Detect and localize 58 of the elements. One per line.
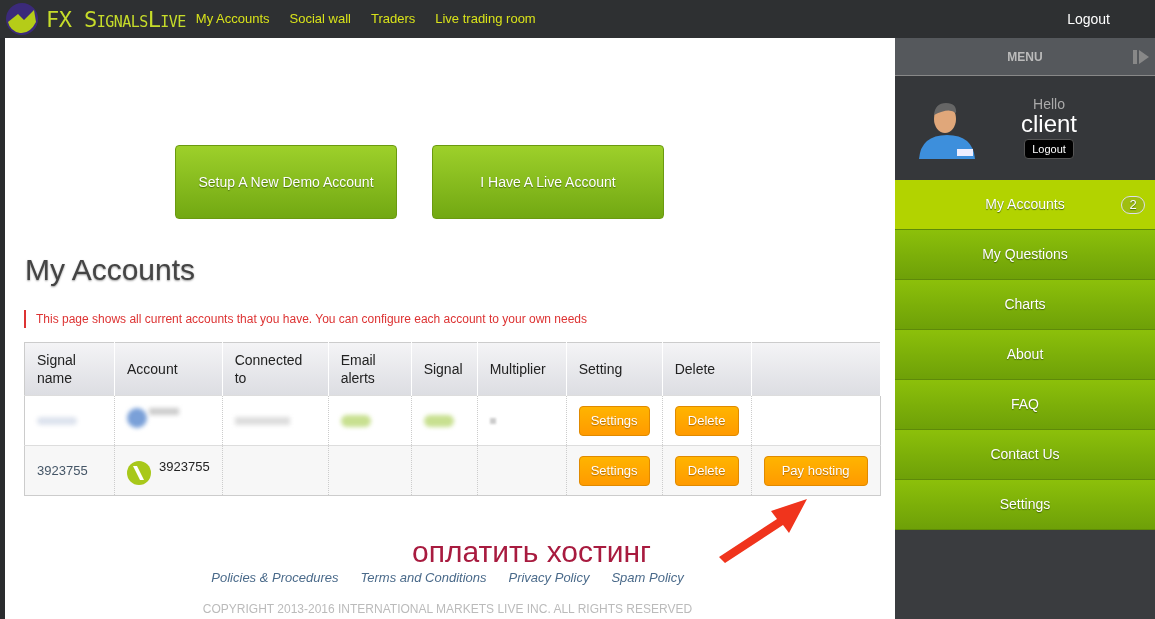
sidebar-label: My Questions <box>982 245 1068 264</box>
settings-button[interactable]: Settings <box>578 405 650 436</box>
page-title: My Accounts <box>25 252 197 288</box>
action-button[interactable]: Setup A New Demo Account <box>175 145 397 219</box>
blurred-toggle[interactable] <box>340 414 371 427</box>
nav-link[interactable]: Social wall <box>289 9 351 29</box>
column-header: Account <box>127 361 178 377</box>
column-header: Connected to <box>234 352 303 386</box>
footer-link[interactable]: Terms and Conditions <box>360 568 487 588</box>
nav-link[interactable]: My Accounts <box>195 9 270 29</box>
sidebar-label: FAQ <box>1011 395 1039 414</box>
signal-name[interactable]: 3923755 <box>37 463 88 478</box>
blurred-text <box>37 416 77 425</box>
sidebar-item[interactable]: FAQ <box>895 380 1155 430</box>
action-button[interactable]: I Have A Live Account <box>432 145 664 219</box>
sidebar-item[interactable]: Charts <box>895 280 1155 330</box>
sidebar-item[interactable]: My Accounts 2 <box>895 180 1155 230</box>
footer-link[interactable]: Policies & Procedures <box>211 568 339 588</box>
column-header: Delete <box>674 361 716 377</box>
pay-hosting-button[interactable]: Pay hosting <box>763 455 868 486</box>
blurred-toggle[interactable] <box>423 414 454 427</box>
footer-link[interactable]: Privacy Policy <box>508 568 590 588</box>
sidebar-label: Contact Us <box>990 445 1060 464</box>
sidebar-item[interactable]: About <box>895 330 1155 380</box>
column-header: Signal name <box>37 352 76 386</box>
blurred-account <box>127 407 179 428</box>
column-header: Multiplier <box>489 361 546 377</box>
sidebar-label: About <box>1006 345 1044 364</box>
sidebar-label: Settings <box>999 495 1051 514</box>
delete-button[interactable]: Delete <box>674 455 739 486</box>
menu-title: MENU <box>1007 48 1043 66</box>
logout-button[interactable]: Logout <box>1024 138 1074 160</box>
sidebar-label: My Accounts <box>985 195 1065 214</box>
column-header: Setting <box>578 361 623 377</box>
logo-icon <box>4 2 40 36</box>
settings-button[interactable]: Settings <box>578 455 650 486</box>
column-header: Signal <box>423 361 463 377</box>
blurred-text <box>489 417 496 424</box>
copyright-text: COPYRIGHT 2013-2016 INTERNATIONAL MARKETS LIVE INC. ALL RIGHTS RESERVED <box>202 600 693 618</box>
account-number: 3923755 <box>159 457 210 476</box>
sidebar-item[interactable]: Contact Us <box>895 430 1155 480</box>
logo-text: FX SignalsLive <box>46 5 186 34</box>
count-badge: 2 <box>1121 195 1145 214</box>
account-logo-icon <box>127 460 151 485</box>
greeting-text: Hello <box>1033 96 1065 111</box>
sidebar-item[interactable]: Settings <box>895 480 1155 530</box>
column-header: Email alerts <box>340 352 376 386</box>
footer-link[interactable]: Spam Policy <box>611 568 684 588</box>
collapse-icon[interactable] <box>1133 49 1149 64</box>
logout-link[interactable]: Logout <box>1067 8 1110 30</box>
sidebar-label: Charts <box>1004 295 1046 314</box>
nav-link[interactable]: Live trading room <box>435 9 536 29</box>
annotation-text: оплатить хостинг <box>412 537 652 567</box>
blurred-text <box>234 416 290 425</box>
user-name: client <box>1021 110 1078 137</box>
nav-link[interactable]: Traders <box>370 9 416 29</box>
sidebar-item[interactable]: My Questions <box>895 230 1155 280</box>
delete-button[interactable]: Delete <box>674 405 739 436</box>
